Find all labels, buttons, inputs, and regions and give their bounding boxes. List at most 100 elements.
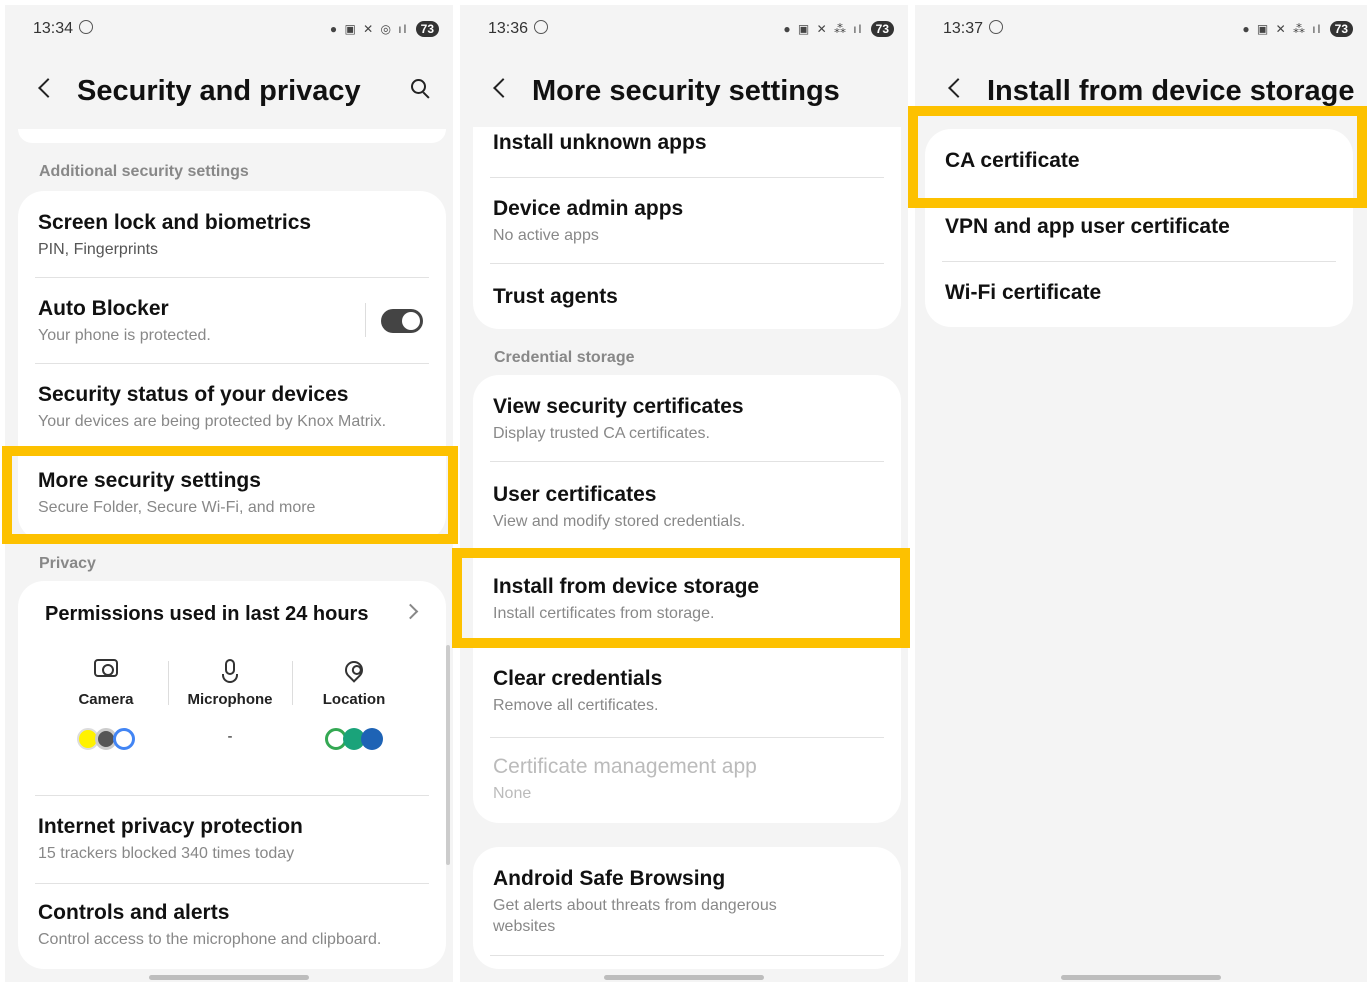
internet-privacy-item[interactable]: Internet privacy protection 15 trackers … — [38, 815, 426, 864]
gesture-bar[interactable] — [149, 975, 309, 980]
sync-icon — [79, 20, 94, 34]
trust-agents-item[interactable]: Trust agents — [493, 285, 881, 309]
highlight-more-security-settings — [2, 446, 458, 544]
android-safe-browsing-item[interactable]: Android Safe Browsing Get alerts about t… — [493, 867, 881, 937]
item-title: Trust agents — [493, 285, 618, 308]
screen-more-security-settings: 13:36 ● ▣ ✕ ⁂ ıl 73 More security settin… — [460, 5, 908, 982]
chevron-right-icon — [402, 603, 419, 620]
divider — [490, 177, 884, 178]
back-icon[interactable] — [38, 78, 58, 98]
view-security-certificates-item[interactable]: View security certificates Display trust… — [493, 395, 881, 444]
status-bar: 13:37 ● ▣ ✕ ⁂ ıl 73 — [943, 19, 1353, 41]
item-subtitle: Get alerts about threats from dangerous … — [493, 897, 777, 935]
item-subtitle: None — [493, 785, 532, 802]
item-title: User certificates — [493, 483, 657, 506]
item-subtitle: PIN, Fingerprints — [38, 241, 159, 258]
status-time: 13:37 — [943, 20, 1004, 38]
item-subtitle: Control access to the microphone and cli… — [38, 931, 382, 948]
apps-settings-card: Install unknown apps Device admin apps N… — [473, 127, 901, 329]
system-icons: ● ▣ ✕ ⁂ ıl 73 — [1242, 21, 1353, 37]
battery-badge: 73 — [1329, 21, 1353, 37]
item-title: Wi-Fi certificate — [945, 281, 1102, 304]
divider — [365, 303, 366, 337]
page-title: More security settings — [532, 75, 840, 107]
security-status-item[interactable]: Security status of your devices Your dev… — [38, 383, 426, 432]
highlight-ca-certificate — [908, 106, 1367, 208]
permission-microphone[interactable]: Microphone - — [168, 659, 292, 752]
item-subtitle: View and modify stored credentials. — [493, 513, 746, 530]
highlight-install-from-device-storage — [452, 548, 910, 648]
back-icon[interactable] — [948, 78, 968, 98]
divider — [35, 795, 429, 796]
divider — [490, 461, 884, 462]
status-time: 13:34 — [33, 20, 94, 38]
page-title: Security and privacy — [77, 75, 361, 107]
item-title: View security certificates — [493, 395, 744, 418]
device-admin-apps-item[interactable]: Device admin apps No active apps — [493, 197, 881, 246]
privacy-card: Permissions used in last 24 hours Camera… — [18, 581, 446, 969]
item-subtitle: Your phone is protected. — [38, 327, 211, 344]
safe-browsing-card: Android Safe Browsing Get alerts about t… — [473, 847, 901, 969]
divider — [490, 263, 884, 264]
gesture-bar[interactable] — [604, 975, 764, 980]
permission-apps — [292, 728, 416, 752]
battery-badge: 73 — [870, 21, 894, 37]
toggle-knob — [402, 312, 420, 330]
divider — [35, 363, 429, 364]
vpn-app-user-certificate-item[interactable]: VPN and app user certificate — [945, 215, 1333, 239]
section-credential-storage: Credential storage — [494, 349, 635, 366]
screen-lock-item[interactable]: Screen lock and biometrics PIN, Fingerpr… — [38, 211, 426, 260]
scrollbar[interactable] — [446, 645, 450, 865]
page-title: Install from device storage — [987, 75, 1355, 107]
sync-icon — [989, 20, 1004, 34]
microphone-icon — [168, 659, 292, 685]
item-title: Clear credentials — [493, 667, 663, 690]
system-icons: ● ▣ ✕ ⁂ ıl 73 — [783, 21, 894, 37]
item-subtitle: No active apps — [493, 227, 599, 244]
item-title: Android Safe Browsing — [493, 867, 726, 890]
status-bar: 13:34 ● ▣ ✕ ◎ ıl 73 — [33, 19, 439, 41]
divider — [35, 883, 429, 884]
wifi-certificate-item[interactable]: Wi-Fi certificate — [945, 281, 1333, 305]
search-icon[interactable] — [411, 79, 431, 99]
battery-badge: 73 — [415, 21, 439, 37]
permissions-title[interactable]: Permissions used in last 24 hours — [45, 603, 368, 626]
permission-location[interactable]: Location — [292, 657, 416, 752]
item-title: Certificate management app — [493, 755, 757, 778]
permission-label: Location — [322, 691, 386, 708]
location-icon — [292, 657, 416, 685]
system-icons: ● ▣ ✕ ◎ ıl 73 — [330, 21, 439, 37]
item-title: Security status of your devices — [38, 383, 349, 406]
clear-credentials-item[interactable]: Clear credentials Remove all certificate… — [493, 667, 881, 716]
install-unknown-apps-item[interactable]: Install unknown apps — [493, 131, 881, 155]
camera-icon — [44, 659, 168, 685]
app-bar: More security settings — [460, 73, 908, 117]
item-subtitle: Remove all certificates. — [493, 697, 659, 714]
permission-label: Camera — [78, 691, 134, 708]
app-bar: Security and privacy — [5, 73, 453, 117]
previous-card-edge — [18, 129, 446, 143]
section-additional-security: Additional security settings — [39, 163, 249, 180]
auto-blocker-item[interactable]: Auto Blocker Your phone is protected. — [38, 297, 336, 346]
gesture-bar[interactable] — [1061, 975, 1221, 980]
user-certificates-item[interactable]: User certificates View and modify stored… — [493, 483, 881, 532]
divider — [942, 261, 1336, 262]
item-title: Install unknown apps — [493, 131, 707, 154]
item-title: Auto Blocker — [38, 297, 169, 320]
item-title: Controls and alerts — [38, 901, 230, 924]
controls-alerts-item[interactable]: Controls and alerts Control access to th… — [38, 901, 426, 950]
permission-apps: - — [227, 728, 233, 745]
auto-blocker-toggle[interactable] — [381, 309, 423, 333]
permission-camera[interactable]: Camera — [44, 659, 168, 752]
item-title: Screen lock and biometrics — [38, 211, 312, 234]
item-title: Device admin apps — [493, 197, 684, 220]
permission-label: Microphone — [187, 691, 273, 708]
item-title: VPN and app user certificate — [945, 215, 1230, 238]
item-subtitle: Display trusted CA certificates. — [493, 425, 710, 442]
transit-app-icon — [361, 728, 383, 750]
status-time: 13:36 — [488, 20, 549, 38]
divider — [490, 737, 884, 738]
permission-apps — [44, 728, 168, 752]
back-icon[interactable] — [493, 78, 513, 98]
divider — [490, 955, 884, 956]
